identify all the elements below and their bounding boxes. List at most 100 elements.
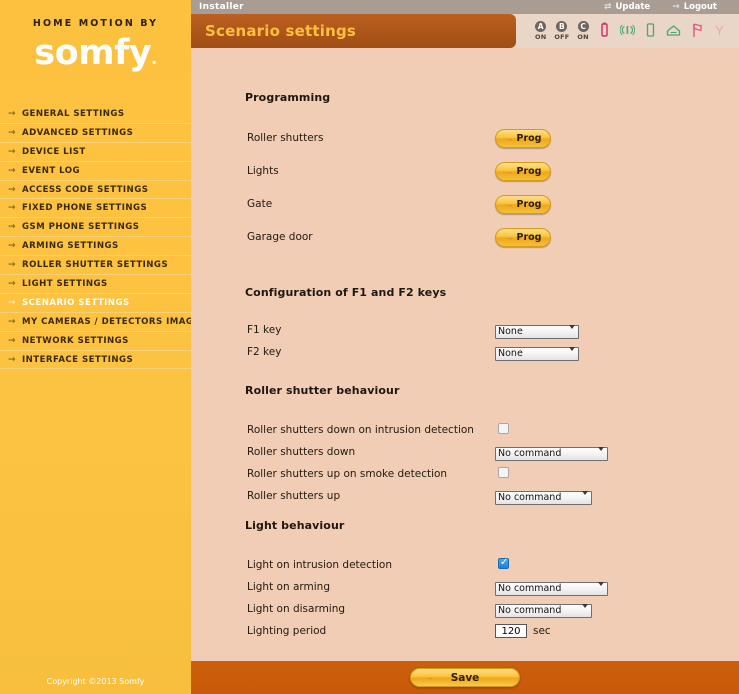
sidebar-item-network-settings[interactable]: → NETWORK SETTINGS: [0, 332, 191, 351]
keypad-icon: [643, 21, 658, 41]
row-f2-key: F2 key None: [191, 343, 739, 361]
brand-tagline: HOME MOTION BY: [32, 18, 159, 29]
prog-button-lights[interactable]: → Prog: [495, 161, 551, 181]
arrow-right-icon: →: [8, 316, 16, 327]
brand-name: somfy.: [34, 33, 157, 73]
arrow-right-icon: →: [8, 222, 16, 233]
arrow-right-icon: →: [504, 231, 514, 242]
label-f2-key: F2 key: [247, 346, 282, 358]
row-lighting-period: Lighting period sec: [191, 622, 739, 640]
checkbox-roller-down-intrusion[interactable]: [498, 423, 509, 434]
section-light-behaviour: Light behaviour Light on intrusion detec…: [191, 519, 739, 640]
arrow-right-icon: →: [8, 241, 16, 252]
sidebar-item-interface-settings[interactable]: → INTERFACE SETTINGS: [0, 351, 191, 370]
sidebar-item-fixed-phone-settings[interactable]: → FIXED PHONE SETTINGS: [0, 199, 191, 219]
label-roller-shutters: Roller shutters: [247, 132, 324, 144]
sidebar-item-label: MY CAMERAS / DETECTORS IMAGES: [22, 316, 207, 327]
sidebar-item-label: ADVANCED SETTINGS: [22, 127, 134, 138]
sidebar-item-label: GENERAL SETTINGS: [22, 109, 125, 119]
sidebar-item-general-settings[interactable]: → GENERAL SETTINGS: [0, 105, 191, 124]
checkbox-roller-up-smoke[interactable]: [498, 467, 509, 478]
prog-button-gate[interactable]: → Prog: [495, 194, 551, 214]
page-title: Scenario settings: [205, 22, 357, 40]
sidebar-item-label: FIXED PHONE SETTINGS: [22, 203, 148, 214]
sidebar-item-label: ARMING SETTINGS: [22, 241, 119, 252]
zone-badge-a: A: [535, 21, 547, 32]
zone-state-b: OFF: [554, 33, 570, 41]
top-bar: Installer ⇄ Update → Logout: [191, 0, 739, 14]
prog-button-label: Prog: [516, 231, 542, 243]
sidebar-item-gsm-phone-settings[interactable]: → GSM PHONE SETTINGS: [0, 218, 191, 238]
update-label: Update: [615, 2, 651, 12]
zone-status-a: A ON: [535, 21, 547, 41]
sidebar-item-label: ROLLER SHUTTER SETTINGS: [22, 260, 169, 271]
section-fkeys: Configuration of F1 and F2 keys F1 key N…: [191, 286, 739, 361]
sidebar: HOME MOTION BY somfy. → GENERAL SETTINGS …: [0, 0, 206, 694]
roller-shutters-down-select[interactable]: No command: [495, 447, 608, 461]
label-garage-door: Garage door: [247, 231, 313, 243]
arrow-right-icon: →: [8, 109, 16, 119]
copyright-text: Copyright ©2013 Somfy: [46, 677, 145, 686]
sidebar-item-label: LIGHT SETTINGS: [22, 279, 108, 290]
label-roller-up-smoke: Roller shutters up on smoke detection: [247, 468, 448, 480]
logout-button[interactable]: → Logout: [672, 2, 717, 12]
antenna-icon: [712, 21, 727, 41]
label-gate: Gate: [247, 198, 273, 210]
zone-badge-b: B: [556, 21, 568, 32]
row-f1-key: F1 key None: [191, 321, 739, 339]
sidebar-nav: → GENERAL SETTINGS → ADVANCED SETTINGS → DE…: [0, 105, 206, 370]
sidebar-item-scenario-settings[interactable]: → SCENARIO SETTINGS: [0, 294, 191, 313]
prog-button-garage-door[interactable]: → Prog: [495, 227, 551, 247]
label-light-disarming: Light on disarming: [247, 603, 346, 615]
checkbox-light-intrusion[interactable]: [498, 557, 509, 569]
battery-icon: [597, 21, 612, 41]
f1-key-select[interactable]: None: [495, 325, 579, 339]
arrow-right-icon: →: [8, 184, 16, 195]
arrow-right-icon: →: [672, 2, 680, 12]
sidebar-item-access-code-settings[interactable]: → ACCESS CODE SETTINGS: [0, 181, 191, 200]
arrow-right-icon: →: [8, 335, 16, 346]
sidebar-item-label: SCENARIO SETTINGS: [22, 297, 130, 308]
row-garage-door: Garage door → Prog: [191, 227, 739, 247]
sidebar-item-roller-shutter-settings[interactable]: → ROLLER SHUTTER SETTINGS: [0, 256, 191, 276]
arrow-right-icon: →: [504, 198, 514, 209]
sidebar-item-advanced-settings[interactable]: → ADVANCED SETTINGS: [0, 124, 191, 143]
sidebar-item-label: NETWORK SETTINGS: [22, 335, 129, 346]
home-icon: [666, 21, 681, 41]
arrow-right-icon: →: [8, 127, 16, 138]
logout-label: Logout: [683, 2, 717, 12]
light-on-disarming-select[interactable]: No command: [495, 604, 592, 618]
zone-status-b: B OFF: [554, 21, 569, 41]
label-roller-shutters-down: Roller shutters down: [247, 446, 356, 458]
arrow-right-icon: →: [8, 203, 16, 214]
arrow-right-icon: →: [8, 279, 16, 290]
lighting-period-input[interactable]: [495, 624, 527, 638]
sidebar-item-event-log[interactable]: → EVENT LOG: [0, 162, 191, 181]
row-roller-up-smoke: Roller shutters up on smoke detection: [191, 465, 739, 483]
f2-key-select[interactable]: None: [495, 347, 579, 361]
arrow-right-icon: →: [8, 354, 16, 365]
page-title-banner: Scenario settings: [191, 14, 516, 48]
row-lights: Lights → Prog: [191, 161, 739, 181]
sidebar-item-light-settings[interactable]: → LIGHT SETTINGS: [0, 275, 191, 294]
status-icon-bar: A ON B OFF C ON: [521, 14, 739, 48]
save-button[interactable]: → Save: [410, 668, 520, 687]
arrow-right-icon: →: [8, 165, 16, 176]
sidebar-item-device-list[interactable]: → DEVICE LIST: [0, 143, 191, 162]
prog-button-label: Prog: [516, 198, 542, 210]
prog-button-roller-shutters[interactable]: → Prog: [495, 128, 551, 148]
sidebar-item-my-cameras-detectors-images[interactable]: → MY CAMERAS / DETECTORS IMAGES: [0, 313, 206, 332]
roller-shutters-up-select[interactable]: No command: [495, 491, 592, 505]
label-light-arming: Light on arming: [247, 581, 330, 593]
section-title-roller-shutter-behaviour: Roller shutter behaviour: [245, 384, 400, 397]
row-light-arming: Light on arming No command: [191, 578, 739, 596]
update-button[interactable]: ⇄ Update: [604, 2, 650, 12]
sidebar-item-arming-settings[interactable]: → ARMING SETTINGS: [0, 237, 191, 257]
light-on-arming-select[interactable]: No command: [495, 582, 608, 596]
row-roller-shutters: Roller shutters → Prog: [191, 128, 739, 148]
refresh-icon: ⇄: [603, 2, 612, 12]
row-light-intrusion: Light on intrusion detection: [191, 556, 739, 574]
sidebar-item-label: INTERFACE SETTINGS: [22, 354, 134, 365]
row-light-disarming: Light on disarming No command: [191, 600, 739, 618]
app-window: HOME MOTION BY somfy. → GENERAL SETTINGS …: [0, 0, 739, 694]
